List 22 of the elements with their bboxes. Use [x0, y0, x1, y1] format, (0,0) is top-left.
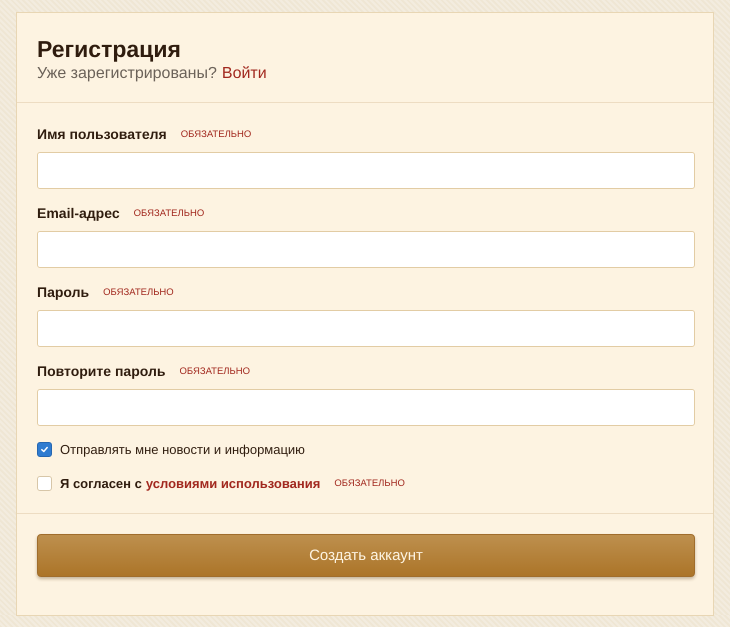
- terms-link[interactable]: условиями использования: [146, 476, 320, 490]
- field-label: Имя пользователя: [37, 126, 167, 142]
- required-tag: ОБЯЗАТЕЛЬНО: [334, 478, 405, 488]
- form-title: Регистрация: [37, 35, 182, 63]
- subtitle-text: Уже зарегистрированы?: [37, 64, 217, 84]
- login-link[interactable]: Войти: [222, 64, 267, 84]
- field-label: Повторите пароль: [37, 363, 166, 379]
- field-label: Пароль: [37, 284, 90, 300]
- input-field[interactable]: [37, 310, 695, 347]
- checkbox-label: Отправлять мне новости и информацию: [60, 442, 305, 456]
- required-tag: ОБЯЗАТЕЛЬНО: [179, 366, 250, 376]
- required-tag: ОБЯЗАТЕЛЬНО: [180, 128, 252, 140]
- required-tag: ОБЯЗАТЕЛЬНО: [134, 208, 204, 218]
- checkbox[interactable]: [37, 442, 52, 456]
- field-label: Email-адрес: [37, 205, 120, 221]
- input-field[interactable]: [37, 231, 695, 268]
- checkbox-label: Я согласен с: [60, 476, 142, 490]
- input-field[interactable]: [37, 152, 695, 189]
- check-icon: [40, 444, 49, 454]
- input-field[interactable]: [37, 389, 695, 426]
- checkbox[interactable]: [37, 476, 52, 490]
- required-tag: ОБЯЗАТЕЛЬНО: [103, 286, 174, 298]
